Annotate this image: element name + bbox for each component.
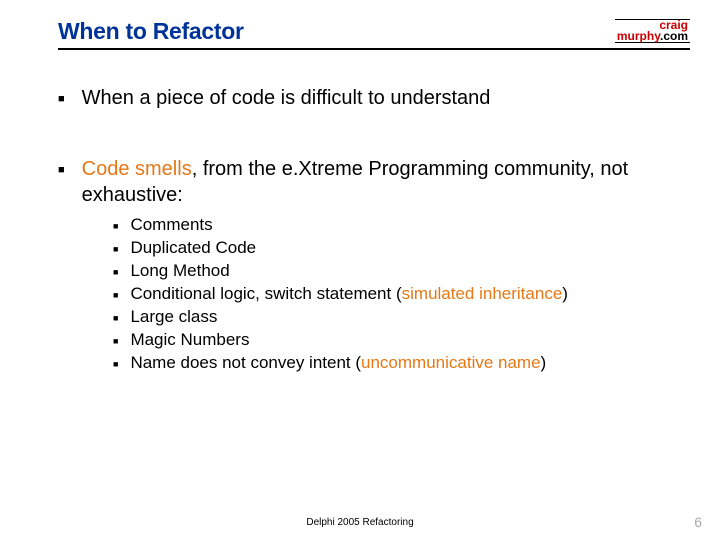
logo-dotcom: .com (660, 29, 688, 43)
sub-text: Magic Numbers (130, 329, 249, 352)
content-area: ■ When a piece of code is difficult to u… (58, 85, 668, 375)
header-divider (58, 48, 690, 50)
square-bullet-icon: ■ (113, 289, 118, 301)
logo-murphy: murphy (617, 29, 660, 43)
square-bullet-icon: ■ (58, 163, 65, 177)
sub-item-comments: ■ Comments (113, 214, 668, 237)
simulated-inheritance-highlight: simulated inheritance (402, 284, 563, 303)
header-area: When to Refactor craig murphy.com (58, 18, 690, 50)
bullet-1-text: When a piece of code is difficult to und… (82, 85, 491, 111)
slide-title: When to Refactor (58, 18, 244, 45)
sub-item-magicnumbers: ■ Magic Numbers (113, 329, 668, 352)
sub-bullet-list: ■ Comments ■ Duplicated Code ■ Long Meth… (113, 214, 668, 375)
code-smells-highlight: Code smells (82, 158, 192, 180)
bullet-item-1: ■ When a piece of code is difficult to u… (58, 85, 668, 111)
sub-item-longmethod: ■ Long Method (113, 260, 668, 283)
sub-item-duplicated: ■ Duplicated Code (113, 237, 668, 260)
sub-text: Comments (130, 214, 212, 237)
square-bullet-icon: ■ (58, 92, 65, 106)
square-bullet-icon: ■ (113, 243, 118, 255)
bullet-2-text: Code smells, from the e.Xtreme Programmi… (82, 156, 668, 208)
footer-text: Delphi 2005 Refactoring (0, 517, 720, 528)
sub-text: Name does not convey intent (uncommunica… (130, 352, 546, 375)
page-number: 6 (694, 514, 702, 530)
logo-line2: murphy.com (617, 31, 688, 42)
square-bullet-icon: ■ (113, 335, 118, 347)
sub-text: Long Method (130, 260, 229, 283)
sub-item-naming: ■ Name does not convey intent (uncommuni… (113, 352, 668, 375)
bullet-item-2: ■ Code smells, from the e.Xtreme Program… (58, 156, 668, 208)
sub-text: Conditional logic, switch statement (sim… (130, 283, 568, 306)
square-bullet-icon: ■ (113, 358, 118, 370)
title-row: When to Refactor craig murphy.com (58, 18, 690, 45)
sub-text: Duplicated Code (130, 237, 256, 260)
square-bullet-icon: ■ (113, 266, 118, 278)
square-bullet-icon: ■ (113, 220, 118, 232)
sub-text: Large class (130, 306, 217, 329)
sub-item-conditional: ■ Conditional logic, switch statement (s… (113, 283, 668, 306)
uncommunicative-name-highlight: uncommunicative name (361, 353, 541, 372)
square-bullet-icon: ■ (113, 312, 118, 324)
sub-item-largeclass: ■ Large class (113, 306, 668, 329)
logo-craigmurphy: craig murphy.com (615, 19, 690, 43)
